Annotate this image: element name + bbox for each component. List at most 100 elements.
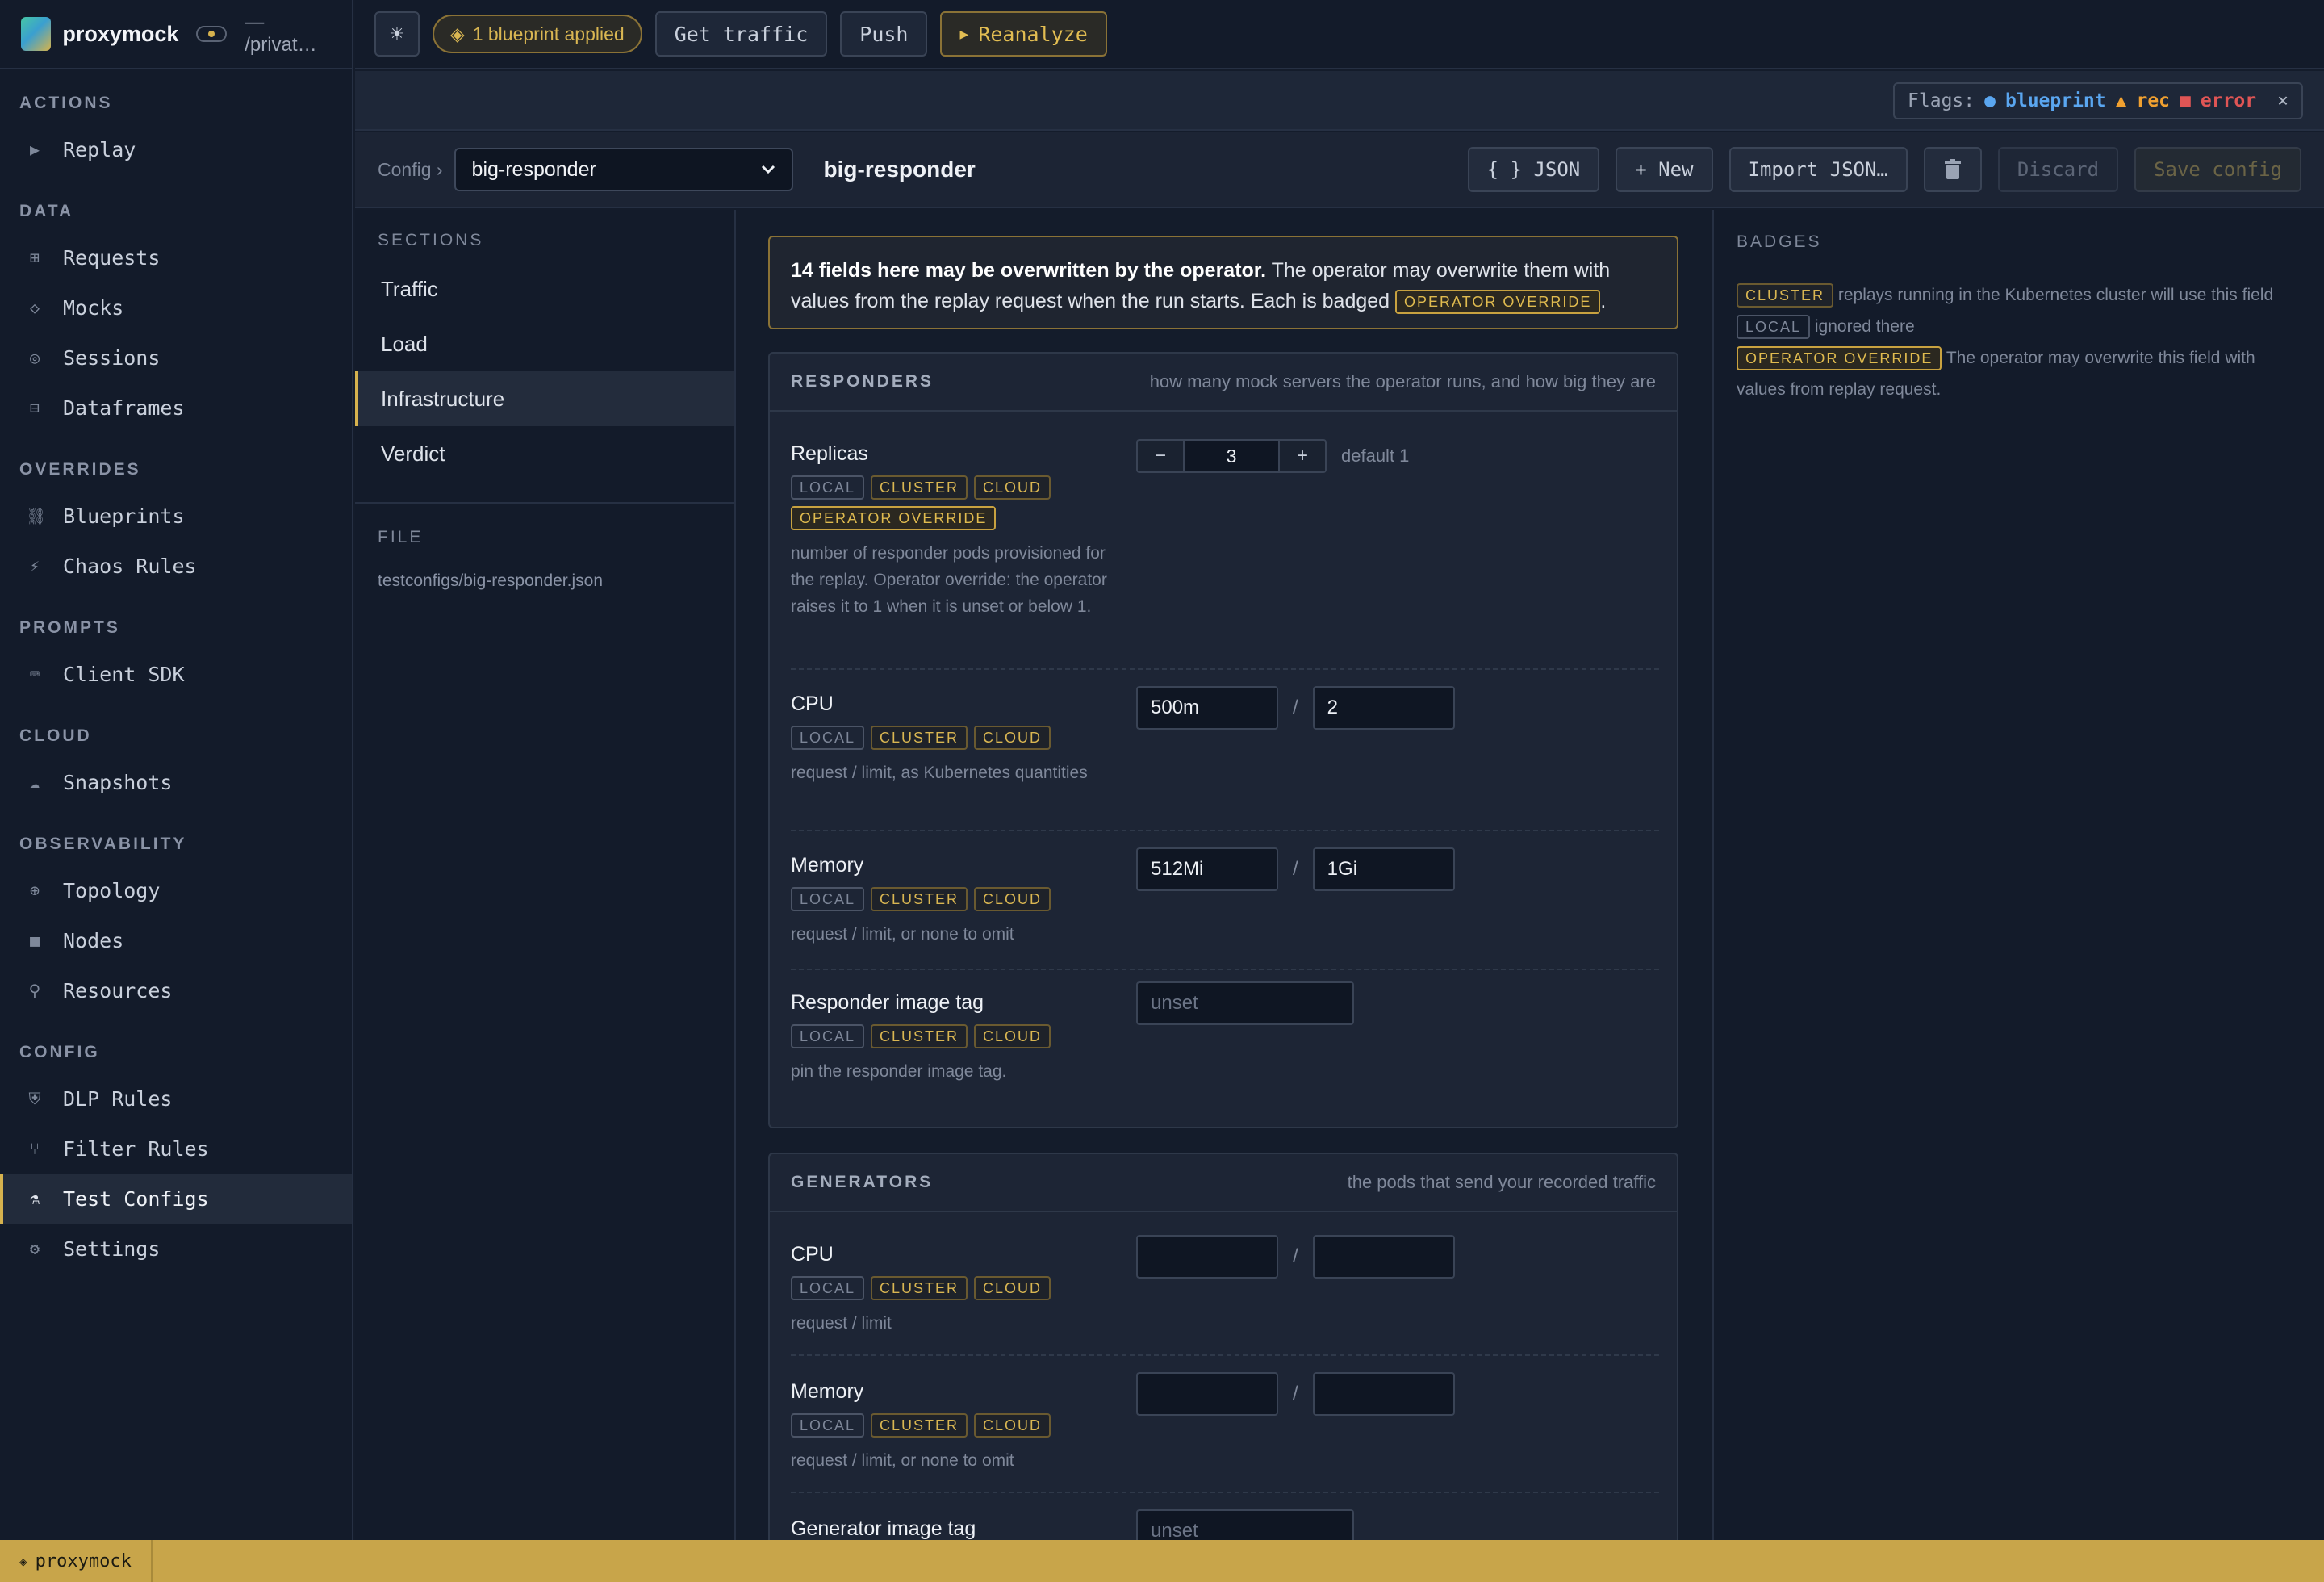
sidebar-item-snapshots[interactable]: ☁ Snapshots: [0, 757, 352, 807]
memory-limit-input[interactable]: 1Gi: [1312, 848, 1455, 891]
delete-button[interactable]: [1923, 147, 1982, 192]
status-app-label: proxymock: [35, 1551, 132, 1572]
reanalyze-label: Reanalyze: [978, 22, 1088, 46]
top-toolbar: ☀ ◈ 1 blueprint applied Get traffic Push …: [355, 0, 2324, 69]
local-badge: LOCAL: [791, 726, 865, 750]
import-json-button[interactable]: Import JSON…: [1728, 147, 1908, 192]
config-title: big-responder: [823, 157, 976, 182]
theme-toggle-button[interactable]: ☀: [374, 11, 420, 56]
responder-image-input[interactable]: unset: [1136, 981, 1354, 1025]
sidebar-item-label: Client SDK: [63, 662, 185, 686]
override-badge: OPERATOR OVERRIDE: [1395, 290, 1601, 315]
blueprint-pill-label: 1 blueprint applied: [472, 23, 625, 44]
generators-card: GENERATORS the pods that send your recor…: [768, 1153, 1678, 1540]
gen-memory-request-input[interactable]: [1136, 1372, 1278, 1416]
divider: [791, 668, 1659, 670]
main-content: 14 fields here may be overwritten by the…: [738, 210, 1711, 1540]
sidebar-item-label: Dataframes: [63, 396, 185, 420]
sidebar-item-filter-rules[interactable]: ⑂ Filter Rules: [0, 1124, 352, 1174]
config-select[interactable]: big-responder: [454, 148, 793, 191]
gen-memory-limit-input[interactable]: [1312, 1372, 1455, 1416]
bolt-icon: ⚡: [29, 556, 40, 575]
nav-section-title: CLOUD: [19, 726, 92, 745]
replicas-stepper[interactable]: − 3 +: [1136, 439, 1327, 473]
cloud-badge: CLOUD: [974, 1413, 1051, 1438]
blueprint-applied-pill[interactable]: ◈ 1 blueprint applied: [433, 15, 642, 53]
sidebar: proxymock — /privat… ACTIONS ▶ Replay DATA ⊞…: [0, 0, 353, 1540]
shield-icon: ⛨: [28, 1089, 41, 1108]
globe-icon: ⊕: [29, 881, 40, 900]
cpu-request-input[interactable]: 500m: [1136, 686, 1278, 730]
cluster-badge: CLUSTER: [871, 726, 968, 750]
chevron-down-icon: [761, 165, 775, 174]
sidebar-item-chaos-rules[interactable]: ⚡ Chaos Rules: [0, 541, 352, 591]
sidebar-item-dlp-rules[interactable]: ⛨ DLP Rules: [0, 1074, 352, 1124]
sidebar-item-requests[interactable]: ⊞ Requests: [0, 232, 352, 282]
sidebar-item-label: Sessions: [63, 345, 161, 370]
local-badge: LOCAL: [791, 1413, 865, 1438]
flag-blueprint: blueprint: [2005, 90, 2106, 111]
sidebar-item-label: Topology: [63, 878, 161, 902]
responder-memory-field: Memory LOCAL CLUSTER CLOUD request / lim…: [791, 848, 1659, 948]
json-button[interactable]: { } JSON: [1467, 147, 1600, 192]
close-icon[interactable]: ×: [2277, 90, 2288, 111]
section-item-load[interactable]: Load: [355, 316, 734, 371]
reanalyze-button[interactable]: ▶ Reanalyze: [940, 11, 1107, 56]
local-badge: LOCAL: [1737, 315, 1811, 340]
section-item-traffic[interactable]: Traffic: [355, 262, 734, 316]
status-app-item[interactable]: ◈ proxymock: [0, 1540, 153, 1582]
brand[interactable]: proxymock — /privat…: [0, 0, 352, 69]
increment-button[interactable]: +: [1280, 441, 1325, 471]
file-path: testconfigs/big-responder.json: [378, 571, 603, 590]
responder-image-field: Responder image tag LOCAL CLUSTER CLOUD …: [791, 981, 1659, 1085]
cloud-badge: CLOUD: [974, 475, 1051, 500]
section-item-infrastructure[interactable]: Infrastructure: [355, 371, 734, 426]
sidebar-item-replay[interactable]: ▶ Replay: [0, 124, 352, 174]
cluster-badge: CLUSTER: [871, 475, 968, 500]
sidebar-item-blueprints[interactable]: ⛓ Blueprints: [0, 491, 352, 541]
sidebar-item-client-sdk[interactable]: ⌨ Client SDK: [0, 649, 352, 699]
save-config-button[interactable]: Save config: [2134, 147, 2301, 192]
memory-description: request / limit, or none to omit: [791, 1451, 1014, 1470]
cpu-description: request / limit, as Kubernetes quantitie…: [791, 764, 1088, 782]
target-icon: ◎: [29, 348, 40, 367]
keyboard-icon: ⌨: [29, 664, 40, 684]
divider: [791, 830, 1659, 831]
sidebar-item-dataframes[interactable]: ⊟ Dataframes: [0, 383, 352, 433]
sidebar-item-topology[interactable]: ⊕ Topology: [0, 865, 352, 915]
diamond-icon: ◇: [29, 298, 40, 317]
sidebar-nav: ACTIONS ▶ Replay DATA ⊞ Requests ◇ Mocks ◎ Sessio…: [0, 94, 352, 1274]
discard-button[interactable]: Discard: [1997, 147, 2119, 192]
cpu-description: request / limit: [791, 1314, 892, 1333]
cloud-badge: CLOUD: [974, 726, 1051, 750]
decrement-button[interactable]: −: [1138, 441, 1183, 471]
memory-request-input[interactable]: 512Mi: [1136, 848, 1278, 891]
notice-bold: 14 fields here may be overwritten by the…: [791, 259, 1267, 282]
sidebar-item-test-configs[interactable]: ⚗ Test Configs: [0, 1174, 352, 1224]
sidebar-item-settings[interactable]: ⚙ Settings: [0, 1224, 352, 1274]
image-control: unset: [1136, 981, 1354, 1025]
replicas-control: − 3 + default 1: [1136, 439, 1409, 473]
push-button[interactable]: Push: [840, 11, 928, 56]
sidebar-item-nodes[interactable]: ■ Nodes: [0, 915, 352, 965]
gen-cpu-limit-input[interactable]: [1312, 1235, 1455, 1279]
sections-title: SECTIONS: [378, 231, 484, 249]
new-config-button[interactable]: + New: [1616, 147, 1713, 192]
override-badge: OPERATOR OVERRIDE: [1737, 346, 1942, 371]
badges-legend-panel: BADGES CLUSTER replays running in the Ku…: [1712, 210, 2324, 1540]
sidebar-item-label: Chaos Rules: [63, 554, 197, 578]
sidebar-item-label: Resources: [63, 978, 173, 1002]
wrench-icon: ⚲: [28, 981, 41, 1000]
section-item-verdict[interactable]: Verdict: [355, 426, 734, 481]
cloud-badge: CLOUD: [974, 887, 1051, 911]
brand-name: proxymock: [62, 21, 179, 46]
sidebar-item-mocks[interactable]: ◇ Mocks: [0, 282, 352, 333]
generator-image-input[interactable]: unset: [1136, 1509, 1354, 1540]
get-traffic-button[interactable]: Get traffic: [654, 11, 828, 56]
trash-icon: [1944, 159, 1961, 179]
cpu-limit-input[interactable]: 2: [1312, 686, 1455, 730]
sidebar-item-sessions[interactable]: ◎ Sessions: [0, 333, 352, 383]
sidebar-item-resources[interactable]: ⚲ Resources: [0, 965, 352, 1015]
replicas-value[interactable]: 3: [1183, 441, 1280, 471]
gen-cpu-request-input[interactable]: [1136, 1235, 1278, 1279]
